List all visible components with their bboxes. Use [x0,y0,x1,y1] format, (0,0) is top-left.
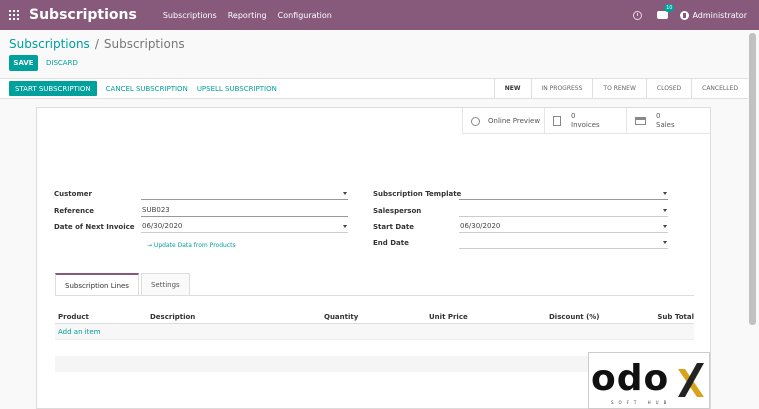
apps-menu-icon[interactable] [9,10,19,20]
online-preview-button[interactable]: Online Preview [462,108,544,134]
systray: 10 Administrator [633,0,747,30]
sales-count: 0 [656,112,661,120]
invoices-label: Invoices [571,121,600,129]
col-description[interactable]: Description [150,313,324,321]
logo-letters: odo [591,358,670,399]
stage-to-renew[interactable]: TO RENEW [592,79,645,98]
start-subscription-button[interactable]: START SUBSCRIPTION [9,81,97,96]
col-discount[interactable]: Discount (%) [549,313,653,321]
tab-settings[interactable]: Settings [140,273,190,296]
start-date-label: Start Date [373,223,414,231]
save-button[interactable]: SAVE [9,55,38,71]
breadcrumb-separator: / [94,37,99,51]
tab-divider [55,295,694,296]
credit-card-icon [635,117,646,125]
template-label: Subscription Template [373,190,462,198]
breadcrumb-current: Subscriptions [103,37,185,51]
end-date-label: End Date [373,239,409,247]
next-invoice-dropdown-icon [343,225,347,228]
col-quantity[interactable]: Quantity [324,313,429,321]
menu-configuration[interactable]: Configuration [278,11,332,20]
customer-field[interactable] [141,188,348,200]
user-avatar-icon[interactable] [680,10,690,20]
col-sub-total[interactable]: Sub Total [653,313,694,321]
notebook-tabs: Subscription Lines Settings [55,273,192,296]
end-date-dropdown-icon [663,241,667,244]
start-date-field[interactable]: 06/30/2020 [459,221,668,233]
salesperson-field[interactable] [459,205,668,217]
online-preview-label: Online Preview [488,117,541,125]
breadcrumb-parent[interactable]: Subscriptions [9,37,90,51]
page-scrollbar[interactable] [749,33,756,325]
cancel-subscription-button[interactable]: CANCEL SUBSCRIPTION [106,85,188,93]
form-statusbar: START SUBSCRIPTION CANCEL SUBSCRIPTION U… [0,78,748,99]
stage-cancelled[interactable]: CANCELLED [691,79,748,98]
sales-label: Sales [656,121,675,129]
user-menu[interactable]: Administrator [692,11,747,20]
start-date-dropdown-icon [663,225,667,228]
stage-in-progress[interactable]: IN PROGRESS [530,79,593,98]
col-unit-price[interactable]: Unit Price [429,313,549,321]
template-dropdown-icon [663,192,667,195]
customer-label: Customer [54,190,92,198]
logo-x-mark-icon [678,363,704,397]
tab-subscription-lines[interactable]: Subscription Lines [55,273,139,296]
template-field[interactable] [459,188,668,200]
customer-dropdown-icon [343,192,347,195]
reference-label: Reference [54,207,95,215]
menu-subscriptions[interactable]: Subscriptions [163,11,217,20]
activity-clock-icon[interactable] [633,10,643,20]
discard-button[interactable]: DISCARD [46,55,78,71]
top-navbar: Subscriptions Subscriptions Reporting Co… [0,0,759,30]
table-header: Product Description Quantity Unit Price … [55,310,694,324]
sales-button[interactable]: 0 Sales [626,108,710,134]
reference-field[interactable]: SUB023 [141,205,348,217]
odox-logo: odo SOFT HUB [588,352,710,409]
logo-subtitle: SOFT HUB [611,400,672,405]
globe-icon [471,116,480,126]
upsell-subscription-button[interactable]: UPSELL SUBSCRIPTION [197,85,277,93]
add-item-link[interactable]: Add an item [55,324,694,340]
update-data-link[interactable]: → Update Data from Products [147,242,236,249]
invoice-icon [553,116,561,126]
salesperson-dropdown-icon [663,209,667,212]
chat-badge: 10 [664,4,675,12]
salesperson-label: Salesperson [373,207,422,215]
app-title: Subscriptions [29,7,137,23]
next-invoice-label: Date of Next Invoice [54,223,135,231]
smart-button-box: Online Preview 0 Invoices 0 Sales [462,108,710,134]
next-invoice-field[interactable]: 06/30/2020 [141,221,348,233]
stage-closed[interactable]: CLOSED [645,79,691,98]
stage-new[interactable]: NEW [493,79,531,98]
invoices-count: 0 [571,112,576,120]
end-date-field[interactable] [459,237,668,249]
col-product[interactable]: Product [55,313,150,321]
main-menu: Subscriptions Reporting Configuration [163,11,343,20]
chat-icon[interactable]: 10 [657,4,675,19]
invoices-button[interactable]: 0 Invoices [544,108,626,134]
breadcrumb: Subscriptions / Subscriptions [9,37,185,51]
stage-pipeline: NEW IN PROGRESS TO RENEW CLOSED CANCELLE… [493,79,748,98]
menu-reporting[interactable]: Reporting [228,11,267,20]
